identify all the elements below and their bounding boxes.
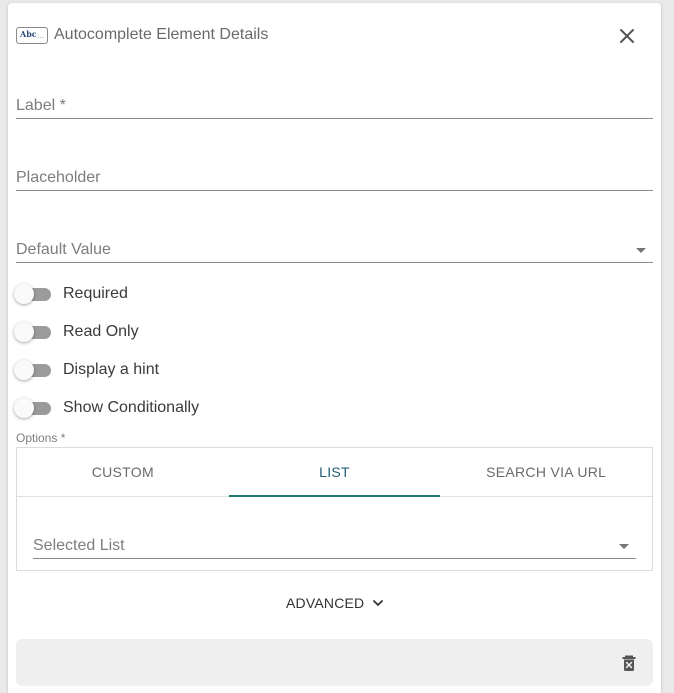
toggle-label: Required (63, 285, 128, 302)
advanced-toggle-button[interactable]: ADVANCED (286, 595, 384, 611)
type-icon-dots: ... (37, 30, 44, 40)
default-value-select[interactable]: Default Value (16, 238, 653, 263)
tab-custom[interactable]: CUSTOM (17, 448, 229, 496)
toggle-row-read-only: Read Only (14, 320, 139, 344)
close-button[interactable] (617, 26, 637, 46)
toggle-label: Read Only (63, 323, 139, 340)
close-icon (620, 29, 634, 43)
selected-list-select[interactable]: Selected List (33, 534, 636, 559)
chevron-down-icon (373, 600, 384, 606)
element-details-panel: Abc ... Autocomplete Element Details Def… (8, 3, 661, 693)
label-field[interactable] (16, 94, 653, 119)
tab-search-via-url[interactable]: SEARCH VIA URL (440, 448, 652, 496)
toggle-row-show-conditionally: Show Conditionally (14, 396, 199, 420)
toggle-label: Display a hint (63, 361, 160, 378)
placeholder-input[interactable] (16, 166, 653, 190)
toggle-row-display-hint: Display a hint (14, 358, 159, 382)
type-icon-text: Abc (20, 28, 37, 39)
options-box: CUSTOM LIST SEARCH VIA URL Selected List (16, 447, 653, 571)
required-toggle[interactable] (14, 282, 52, 306)
delete-button[interactable] (619, 653, 639, 673)
placeholder-field[interactable] (16, 166, 653, 191)
advanced-label: ADVANCED (286, 595, 365, 611)
default-value-label: Default Value (16, 241, 111, 258)
label-input[interactable] (16, 94, 653, 118)
options-tabs: CUSTOM LIST SEARCH VIA URL (17, 448, 652, 497)
show-conditionally-toggle[interactable] (14, 396, 52, 420)
options-label: Options * (16, 431, 66, 445)
read-only-toggle[interactable] (14, 320, 52, 344)
panel-title: Autocomplete Element Details (54, 26, 269, 43)
selected-list-label: Selected List (33, 537, 125, 554)
footer-bar (16, 639, 653, 686)
display-hint-toggle[interactable] (14, 358, 52, 382)
panel-header: Abc ... Autocomplete Element Details (16, 25, 268, 45)
dropdown-arrow-icon (636, 248, 646, 253)
toggle-label: Show Conditionally (63, 399, 200, 416)
toggle-row-required: Required (14, 282, 128, 306)
tab-list[interactable]: LIST (228, 448, 441, 497)
dropdown-arrow-icon (619, 544, 629, 549)
delete-icon (622, 655, 636, 671)
text-field-icon: Abc ... (16, 26, 48, 44)
